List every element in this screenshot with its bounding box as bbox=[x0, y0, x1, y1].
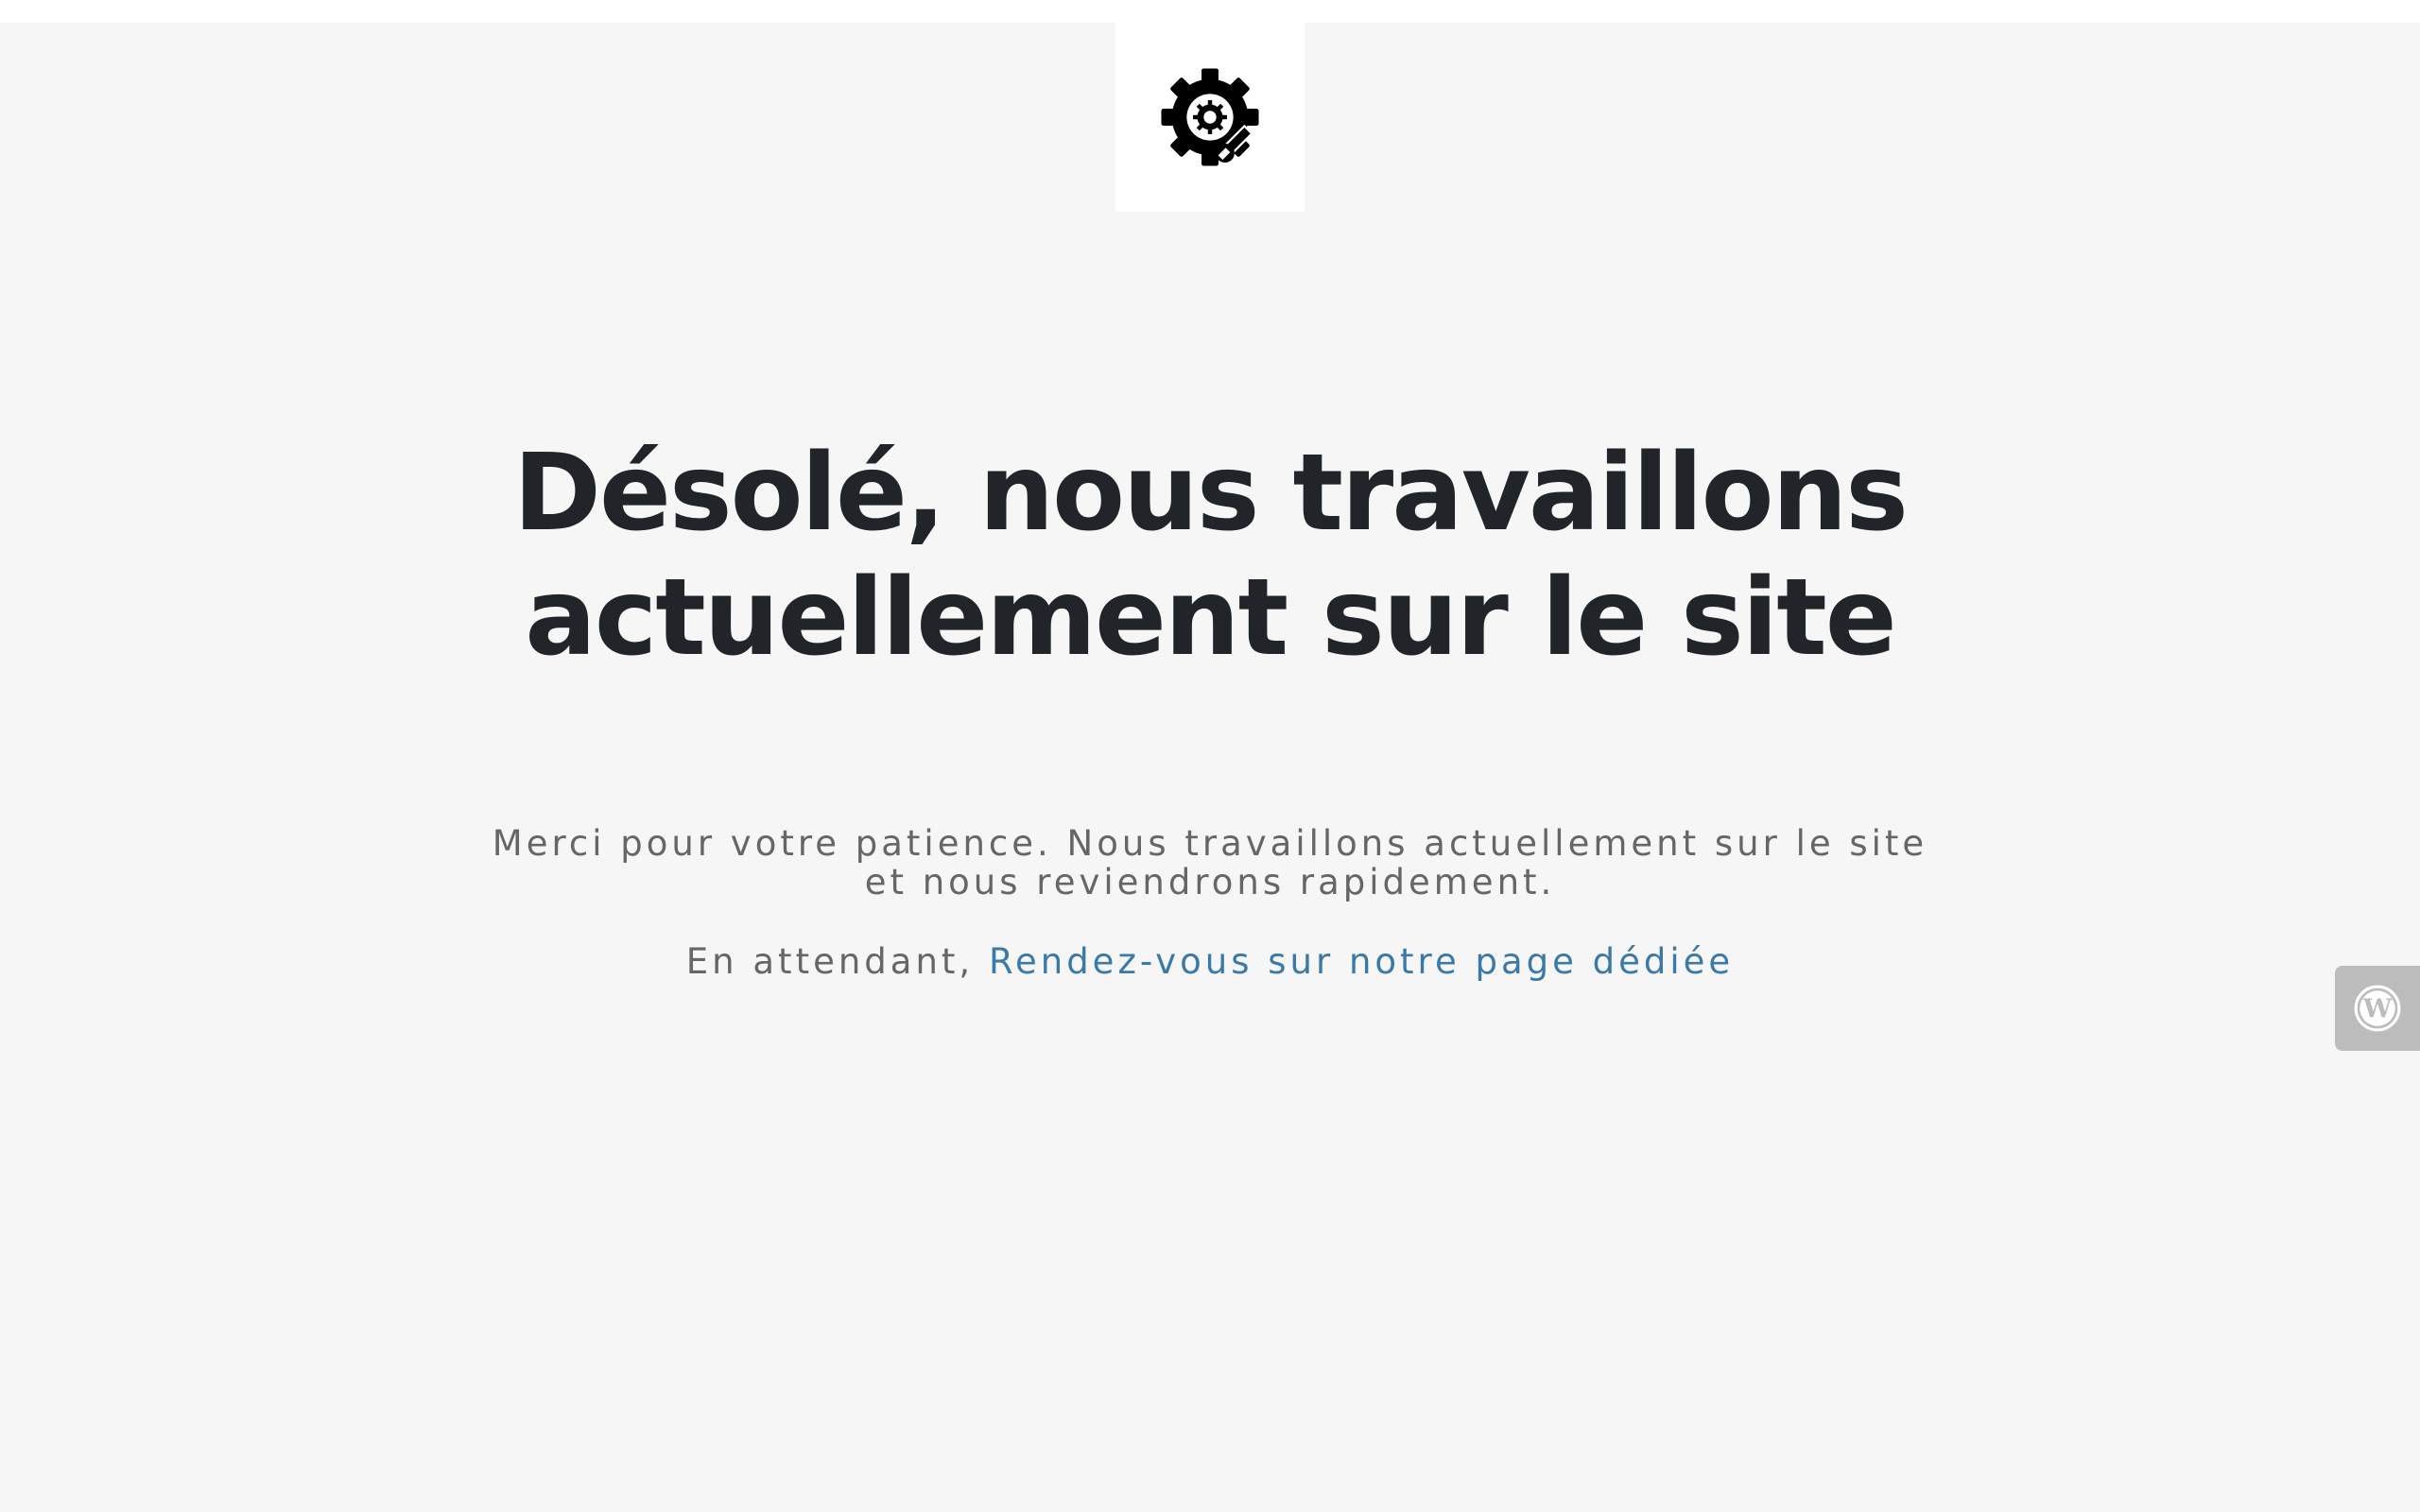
gear-wrench-icon bbox=[1161, 68, 1259, 166]
dedicated-page-link[interactable]: Rendez-vous sur notre page dédiée bbox=[989, 941, 1734, 982]
page-title: Désolé, nous travaillons actuellement sur… bbox=[0, 431, 2420, 680]
maintenance-message: Merci pour votre patience. Nous travaill… bbox=[492, 823, 1928, 902]
wordpress-login-tab[interactable]: W bbox=[2335, 966, 2420, 1051]
page-title-line-2: actuellement sur le site bbox=[525, 557, 1896, 679]
meantime-prefix: En attendant, bbox=[685, 941, 989, 982]
page-title-line-1: Désolé, nous travaillons bbox=[513, 432, 1909, 555]
meantime-line: En attendant, Rendez-vous sur notre page… bbox=[0, 939, 2420, 985]
logo-box bbox=[1115, 23, 1305, 212]
wordpress-icon: W bbox=[2354, 985, 2401, 1032]
svg-text:W: W bbox=[2362, 994, 2393, 1023]
top-bar bbox=[0, 0, 2420, 23]
